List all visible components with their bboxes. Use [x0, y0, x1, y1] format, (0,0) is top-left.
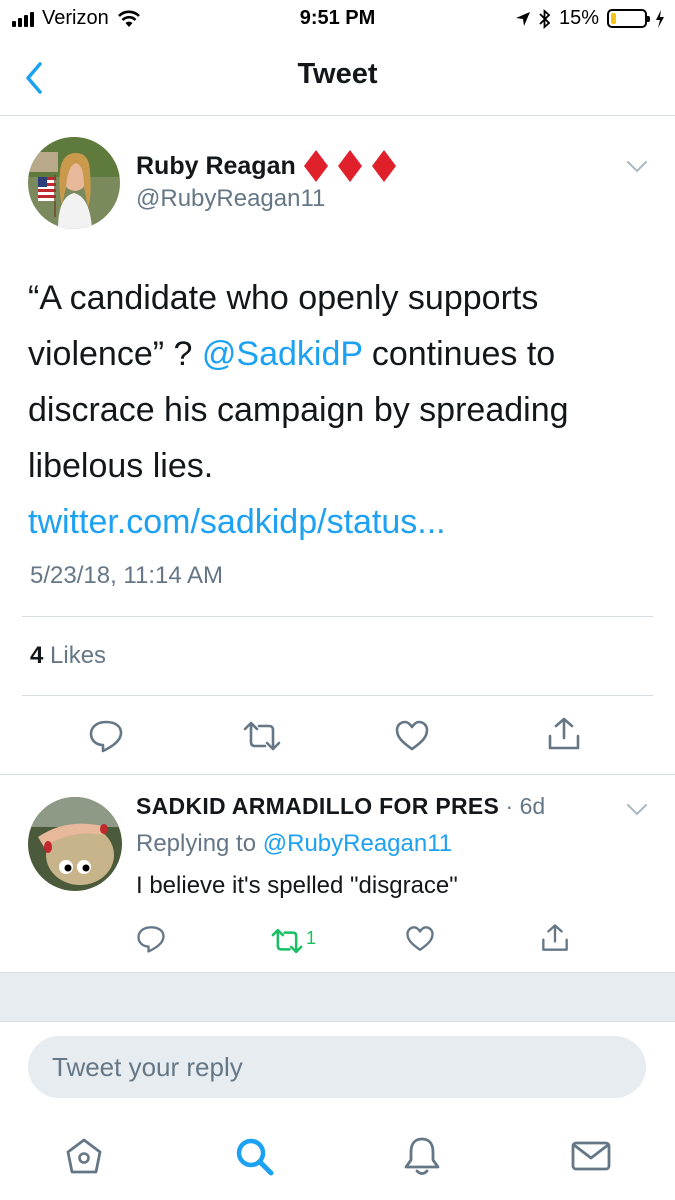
likes-number: 4	[30, 642, 44, 669]
reply-icon[interactable]	[88, 718, 124, 754]
notifications-icon[interactable]	[400, 1134, 444, 1178]
reply-text: I believe it's spelled "disgrace"	[136, 872, 458, 899]
author-handle[interactable]: @RubyReagan11	[136, 185, 325, 213]
reply-time: · 6d	[499, 793, 546, 819]
reply-author[interactable]: SADKID ARMADILLO FOR PRES · 6d	[136, 793, 545, 820]
reply-author-name: SADKID ARMADILLO FOR PRES	[136, 793, 500, 819]
share-icon[interactable]	[546, 716, 582, 752]
chevron-down-icon[interactable]	[626, 160, 648, 174]
diamond-suits-icon	[303, 150, 396, 182]
messages-icon[interactable]	[569, 1134, 613, 1178]
separator-band	[0, 972, 675, 1022]
author-name-text: Ruby Reagan	[136, 151, 296, 180]
replying-to: Replying to @RubyReagan11	[136, 830, 452, 858]
location-arrow-icon	[515, 11, 530, 26]
divider	[22, 695, 653, 696]
mention-link[interactable]: @SadkidP	[202, 335, 363, 373]
retweet-count: 1	[306, 928, 317, 948]
author-name[interactable]: Ruby Reagan	[136, 150, 396, 182]
battery-level	[611, 13, 616, 24]
page-title: Tweet	[297, 58, 378, 90]
battery-icon	[607, 9, 650, 28]
avatar[interactable]	[28, 137, 120, 229]
replying-label: Replying to	[136, 830, 263, 857]
reply-input[interactable]	[28, 1036, 646, 1098]
reply-icon[interactable]	[136, 924, 166, 954]
status-right-group: 15%	[515, 7, 665, 30]
reply-avatar[interactable]	[28, 797, 122, 891]
heart-icon[interactable]	[394, 718, 430, 754]
reply-actions	[0, 922, 675, 962]
tweet-text: “A candidate who openly supports violenc…	[28, 270, 638, 550]
home-icon[interactable]	[62, 1134, 106, 1178]
tweet-link[interactable]: twitter.com/sadkidp/status...	[28, 503, 446, 541]
nav-bar: Tweet	[0, 40, 675, 116]
likes-count[interactable]: 4 Likes	[30, 642, 106, 670]
tweet-actions	[0, 712, 675, 762]
reply-composer[interactable]	[28, 1036, 646, 1098]
chevron-down-icon[interactable]	[626, 803, 648, 817]
retweet-icon[interactable]	[242, 718, 282, 754]
status-bar: Verizon 9:51 PM 15%	[0, 0, 675, 40]
charging-bolt-icon	[656, 9, 664, 28]
tab-bar	[0, 1118, 675, 1200]
search-icon[interactable]	[232, 1134, 276, 1178]
heart-icon[interactable]	[405, 924, 435, 954]
bluetooth-icon	[539, 8, 551, 29]
battery-percent: 15%	[558, 7, 599, 29]
retweet-icon[interactable]	[270, 926, 304, 956]
divider	[22, 616, 653, 617]
share-icon[interactable]	[540, 923, 570, 953]
divider	[0, 774, 675, 775]
tweet-timestamp: 5/23/18, 11:14 AM	[30, 562, 224, 589]
likes-label: Likes	[50, 642, 107, 669]
replying-handle[interactable]: @RubyReagan11	[263, 830, 452, 857]
